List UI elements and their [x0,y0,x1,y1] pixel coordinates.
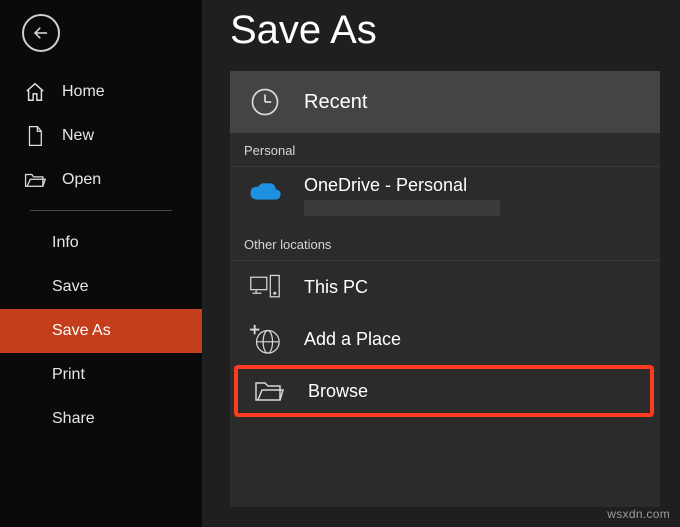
locations-panel: Recent Personal OneDrive - Personal Othe… [230,71,660,507]
nav-label: Print [52,366,85,384]
location-text-block: OneDrive - Personal [304,175,500,216]
nav-save[interactable]: Save [0,265,202,309]
nav-label: Info [52,234,79,252]
thispc-icon [248,270,282,304]
location-recent[interactable]: Recent [230,71,660,133]
cloud-icon [248,175,282,209]
addplace-icon [248,322,282,356]
main-panel: Save As Recent Personal OneDriv [202,0,680,527]
nav-home[interactable]: Home [0,70,202,114]
home-icon [24,81,46,103]
location-label: This PC [304,277,368,298]
page-title: Save As [230,8,660,53]
nav-label: Save [52,278,88,296]
nav-divider [30,210,172,211]
location-label: Browse [308,381,368,402]
location-onedrive[interactable]: OneDrive - Personal [230,167,660,227]
nav-label: Share [52,410,95,428]
nav-new[interactable]: New [0,114,202,158]
location-label: OneDrive - Personal [304,175,500,196]
back-button[interactable] [22,14,60,52]
nav-save-as[interactable]: Save As [0,309,202,353]
browse-folder-icon [252,374,286,408]
nav-share[interactable]: Share [0,397,202,441]
nav-label: Save As [52,322,111,340]
location-label: Recent [304,91,367,114]
save-as-backstage: Home New Open Info Save S [0,0,680,527]
nav-label: Open [62,171,101,189]
location-add-place[interactable]: Add a Place [230,313,660,365]
location-browse[interactable]: Browse [234,365,654,417]
location-label: Add a Place [304,329,401,350]
watermark-text: wsxdn.com [607,507,670,521]
nav-info[interactable]: Info [0,221,202,265]
backstage-sidebar: Home New Open Info Save S [0,0,202,527]
back-arrow-icon [30,22,52,44]
location-this-pc[interactable]: This PC [230,261,660,313]
nav-open[interactable]: Open [0,158,202,202]
nav-label: Home [62,83,105,101]
new-doc-icon [24,125,46,147]
section-header-other: Other locations [230,227,660,261]
open-folder-icon [24,169,46,191]
location-subtext-redacted [304,200,500,216]
nav-print[interactable]: Print [0,353,202,397]
recent-clock-icon [248,85,282,119]
section-header-personal: Personal [230,133,660,167]
nav-label: New [62,127,94,145]
